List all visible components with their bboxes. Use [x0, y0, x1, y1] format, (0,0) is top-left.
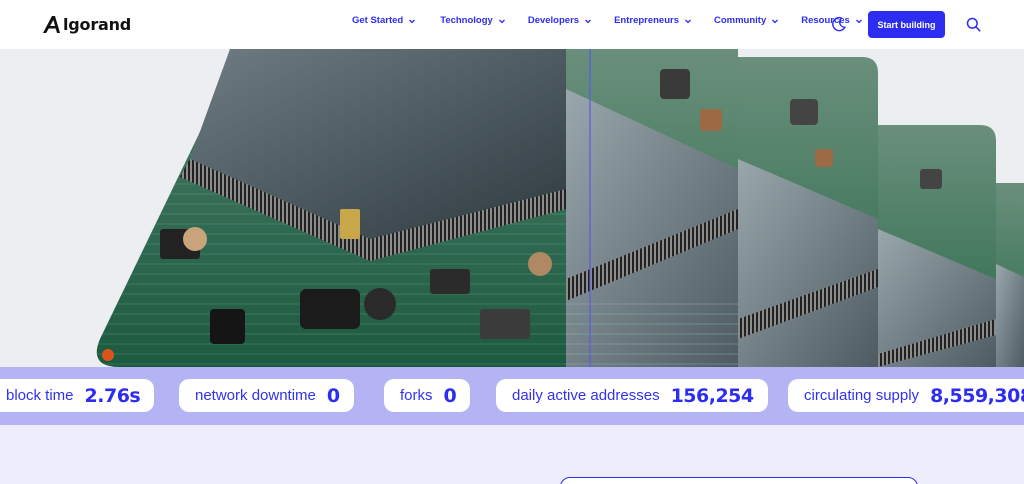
network-stats-ticker: block time 2.76s network downtime 0 fork… — [0, 367, 1024, 425]
stat-value: 0 — [443, 384, 457, 407]
stat-label: forks — [400, 387, 433, 404]
stat-pill-daily-active-addresses: daily active addresses 156,254 — [496, 379, 768, 412]
chevron-down-icon — [585, 19, 592, 23]
stat-label: daily active addresses — [512, 387, 660, 404]
stat-label: network downtime — [195, 387, 316, 404]
menu-get-started[interactable]: Get Started — [352, 15, 416, 26]
menu-entrepreneurs[interactable]: Entrepreneurs — [614, 15, 692, 26]
menu-label: Technology — [440, 15, 493, 26]
stat-pill-block-time: block time 2.76s — [0, 379, 155, 412]
stat-value: 8,559,308 — [930, 384, 1024, 407]
stat-pill-network-downtime: network downtime 0 — [179, 379, 354, 412]
algorand-logo-icon — [43, 16, 60, 33]
stat-pill-forks: forks 0 — [384, 379, 471, 412]
stat-value: 156,254 — [670, 384, 755, 407]
stat-value: 2.76s — [84, 384, 141, 407]
menu-label: Developers — [527, 15, 580, 26]
menu-label: Entrepreneurs — [614, 15, 679, 26]
algorand-logo[interactable]: lgorand — [42, 12, 131, 36]
search-icon[interactable] — [966, 17, 981, 32]
menu-label: Get Started — [352, 15, 404, 26]
stat-label: circulating supply — [804, 387, 920, 404]
menu-technology[interactable]: Technology — [440, 15, 506, 26]
chevron-down-icon — [855, 19, 862, 23]
top-navigation: lgorand Get Started Technology Developer… — [0, 0, 1024, 49]
hero-banner — [0, 49, 1024, 367]
content-card — [560, 477, 918, 484]
chevron-down-icon — [409, 19, 416, 23]
chevron-down-icon — [685, 19, 691, 23]
chevron-down-icon — [772, 19, 779, 23]
menu-community[interactable]: Community — [714, 15, 779, 26]
brand-name: lgorand — [63, 14, 132, 34]
main-menu: Get Started Technology Developers Entrep… — [352, 15, 863, 26]
moon-icon[interactable] — [831, 16, 847, 32]
chevron-down-icon — [498, 19, 505, 23]
stat-label: block time — [6, 387, 74, 404]
stat-value: 0 — [326, 384, 340, 407]
stat-pill-circulating-supply: circulating supply 8,559,308 — [788, 379, 1024, 412]
lower-content-section — [0, 425, 1024, 484]
menu-label: Community — [714, 15, 767, 26]
circuit-board-image — [96, 49, 1024, 367]
menu-developers[interactable]: Developers — [528, 15, 592, 26]
start-building-button[interactable]: Start building — [868, 11, 945, 38]
